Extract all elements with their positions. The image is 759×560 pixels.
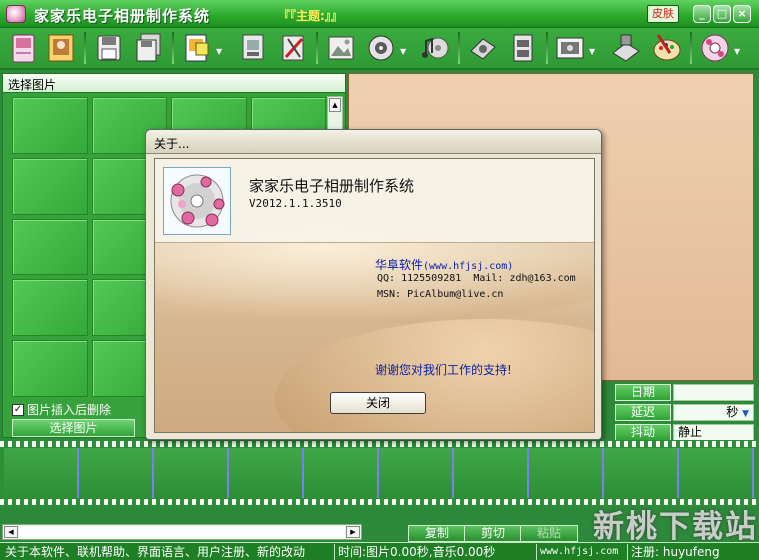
date-label: 日期 (615, 384, 671, 401)
theme-label: 『『主题:』』 (278, 9, 343, 23)
delete-after-insert-option[interactable]: ✓ 图片插入后删除 (12, 401, 111, 418)
delay-label: 延迟 (615, 404, 671, 421)
app-logo-icon (6, 5, 26, 23)
burn-icon[interactable] (466, 31, 500, 65)
dialog-title: 关于... (146, 130, 601, 154)
photo-icon[interactable] (44, 31, 78, 65)
tools-icon[interactable] (276, 31, 310, 65)
film-frame[interactable] (229, 448, 304, 498)
scroll-track[interactable] (19, 527, 345, 538)
album-icon[interactable] (6, 31, 40, 65)
scroll-up-icon[interactable]: ▲ (329, 98, 341, 112)
company-url[interactable]: (www.hfjsj.com) (423, 261, 513, 272)
music-icon[interactable] (418, 31, 452, 65)
dialog-body: 家家乐电子相册制作系统 V2012.1.1.3510 华阜软件(www.hfjs… (154, 158, 595, 433)
film-frame[interactable] (79, 448, 154, 498)
cut-button[interactable]: 剪切 (464, 525, 522, 542)
delete-after-insert-label: 图片插入后删除 (27, 403, 112, 417)
jitter-field[interactable]: 静止 (673, 424, 754, 441)
paint-icon[interactable] (650, 31, 684, 65)
thumbnail-slot[interactable] (12, 340, 88, 397)
panel-title: 选择图片 (3, 74, 345, 93)
print-icon[interactable] (236, 31, 270, 65)
copy-button[interactable]: 复制 (408, 525, 466, 542)
date-field[interactable] (673, 384, 754, 401)
contact-msn: MSN: PicAlbum@live.cn (377, 289, 504, 300)
paste-button[interactable]: 粘贴 (520, 525, 578, 542)
delay-field[interactable]: 秒 ▼ (673, 404, 754, 421)
thanks-message: 谢谢您对我们工作的支持! (375, 363, 512, 377)
network-icon[interactable] (609, 31, 643, 65)
filmstrip[interactable] (0, 440, 759, 506)
status-register: 注册: huyufeng (627, 544, 723, 560)
dialog-header: 家家乐电子相册制作系统 V2012.1.1.3510 (155, 159, 594, 243)
company-line: 华阜软件(www.hfjsj.com) (375, 256, 513, 273)
film-frame[interactable] (154, 448, 229, 498)
filmstrip-scrollbar[interactable]: ◀ ▶ (2, 524, 362, 540)
delay-dropdown-icon[interactable]: ▼ (742, 409, 749, 419)
film-frame[interactable] (604, 448, 679, 498)
jitter-label: 抖动 (615, 424, 671, 441)
status-time-info: 时间:图片0.00秒,音乐0.00秒 (334, 544, 498, 560)
product-version: V2012.1.1.3510 (249, 197, 342, 210)
status-bar: 关于本软件、联机帮助、界面语言、用户注册、新的改动 时间:图片0.00秒,音乐0… (0, 542, 759, 560)
film-frame[interactable] (529, 448, 604, 498)
status-menu-links[interactable]: 关于本软件、联机帮助、界面语言、用户注册、新的改动 (2, 544, 308, 560)
disc-icon[interactable] (698, 31, 732, 65)
delete-after-insert-checkbox[interactable]: ✓ (12, 403, 24, 416)
film-perforations-top (0, 441, 759, 447)
contact-qq-mail: QQ: 1125509281 Mail: zdh@163.com (377, 273, 576, 284)
film-frame[interactable] (679, 448, 754, 498)
company-name: 华阜软件 (375, 258, 424, 272)
select-images-button[interactable]: 选择图片 (12, 419, 135, 437)
toolbar: ▼ ▼ ▼ ▼ (0, 28, 759, 70)
watermark-logo: 新桃下载站 (593, 509, 758, 545)
film-frame[interactable] (379, 448, 454, 498)
thumbnail-slot[interactable] (12, 218, 88, 276)
thumbnail-slot[interactable] (12, 279, 88, 337)
close-window-button[interactable]: × (733, 5, 751, 23)
film-frame[interactable] (454, 448, 529, 498)
film-frame[interactable] (304, 448, 379, 498)
thumbnail-slot[interactable] (12, 97, 88, 154)
window-title: 家家乐电子相册制作系统 (34, 7, 211, 25)
product-logo-icon (163, 167, 231, 235)
close-dialog-button[interactable]: 关闭 (330, 392, 426, 414)
landscape-icon[interactable] (324, 31, 358, 65)
document-icon[interactable] (180, 31, 214, 65)
save-all-icon[interactable] (132, 31, 166, 65)
settings-icon[interactable] (364, 31, 398, 65)
thumbnail-slot[interactable] (12, 157, 88, 215)
scroll-right-icon[interactable]: ▶ (346, 526, 360, 538)
minimize-button[interactable]: _ (693, 5, 711, 23)
status-site: www.hfjsj.com (536, 544, 621, 560)
screen-icon[interactable] (553, 31, 587, 65)
film-icon[interactable] (506, 31, 540, 65)
film-frame[interactable] (4, 448, 79, 498)
skin-button[interactable]: 皮肤 (647, 5, 679, 23)
title-bar: 家家乐电子相册制作系统 『『主题:』』 皮肤 _ □ × (0, 0, 759, 28)
scroll-left-icon[interactable]: ◀ (4, 526, 18, 538)
about-dialog: 关于... 家家乐电子相册制作系统 V2012.1.1.3510 华阜软件(ww… (145, 129, 602, 440)
product-name: 家家乐电子相册制作系统 (249, 177, 415, 195)
maximize-button[interactable]: □ (713, 5, 731, 23)
save-icon[interactable] (92, 31, 126, 65)
delay-unit: 秒 (726, 405, 739, 419)
